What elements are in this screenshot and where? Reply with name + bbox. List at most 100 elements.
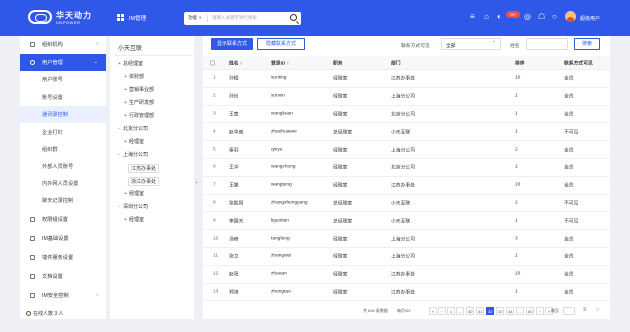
sidebar-item-external-accounts[interactable]: 外部人员账号 bbox=[20, 158, 106, 175]
sort-order-cell: 1 bbox=[515, 253, 518, 259]
security-icon bbox=[30, 293, 35, 298]
page-button[interactable]: › bbox=[536, 307, 544, 315]
contact-visible-select[interactable]: 全部 bbox=[441, 38, 501, 50]
sidebar-item-punch[interactable]: 企业打钉 bbox=[20, 124, 106, 141]
page-button[interactable]: 60 bbox=[526, 307, 535, 315]
sort-order-cell: 2 bbox=[515, 200, 518, 206]
sidebar-item-network-settings[interactable]: 内外网人员设置 bbox=[20, 175, 106, 192]
search-button[interactable]: 搜索 bbox=[574, 38, 600, 50]
sort-order-cell: 10 bbox=[515, 182, 521, 188]
table-row[interactable]: 1 孙楹 sunting 经理室 江苏办事处 10 全员 bbox=[203, 70, 610, 88]
page-button[interactable]: 1 bbox=[447, 307, 455, 315]
table-row[interactable]: 4 赵华威 zhaohuawei 总经理室 小天互联 1 不可见 bbox=[203, 123, 610, 142]
user-name-cell: 赵华威 bbox=[229, 130, 244, 136]
user-name-cell: 孙信 bbox=[229, 94, 239, 100]
page-button[interactable]: 30 bbox=[466, 307, 475, 315]
sidebar-item-im-basic[interactable]: IM基础设置 bbox=[20, 230, 106, 247]
search-icon[interactable] bbox=[290, 14, 297, 21]
tree-node[interactable]: + 资财部 bbox=[124, 73, 144, 80]
tree-node[interactable]: + 营销事业部 bbox=[124, 86, 154, 93]
select-all-checkbox[interactable] bbox=[210, 60, 215, 65]
login-id-cell: tangfeng bbox=[271, 236, 290, 242]
tree-node[interactable]: + 行政管理部 bbox=[124, 112, 154, 119]
tree-node[interactable]: + 经理室 bbox=[124, 138, 144, 145]
tree-node[interactable]: - 北京分公司 bbox=[118, 125, 148, 132]
tree-node[interactable]: + 生产研发部 bbox=[124, 99, 154, 106]
avatar[interactable] bbox=[565, 11, 576, 22]
sidebar-item-documents[interactable]: 文档设置 bbox=[20, 268, 106, 285]
table-row[interactable]: 13 郑涛 zhengtao 经理室 江苏办事处 1 全员 bbox=[203, 284, 610, 302]
username[interactable]: 超级用户 bbox=[580, 15, 600, 22]
sidebar-item-label: IM基础设置 bbox=[42, 236, 69, 242]
tree-node[interactable]: 江苏办事处 bbox=[128, 164, 160, 173]
page-button[interactable]: ‹ bbox=[438, 307, 446, 315]
table-row[interactable]: 2 孙信 sunxin 经理室 上海分公司 1 全员 bbox=[203, 88, 610, 106]
hide-contact-button[interactable]: 隐藏联系方式 bbox=[257, 38, 305, 50]
shield-icon[interactable]: ☖ bbox=[538, 12, 545, 21]
tree-node[interactable]: 浙江办事处 bbox=[128, 177, 160, 186]
tree-node[interactable]: - 深圳分公司 bbox=[118, 203, 148, 210]
tree-node[interactable]: + 经理室 bbox=[124, 190, 144, 197]
table-row[interactable]: 11 张卫 zhangwei 经理室 上海分公司 1 全员 bbox=[203, 248, 610, 266]
position-cell: 总经理室 bbox=[333, 130, 353, 136]
sidebar-item-permissions[interactable]: 权限组设置 bbox=[20, 211, 106, 228]
tree-node[interactable]: + 总经理室 bbox=[118, 60, 143, 67]
sidebar-item-org[interactable]: 组织机构 › bbox=[20, 36, 106, 53]
page-button[interactable]: 33 bbox=[496, 307, 505, 315]
table-row[interactable]: 3 王宽 wangkuan 经理室 北京分公司 1 全员 bbox=[203, 106, 610, 124]
sidebar-item-im-security[interactable]: IM安全控制 › bbox=[20, 287, 106, 304]
sidebar-item-chat-log[interactable]: 聊天记录控制 bbox=[20, 192, 106, 209]
page-button[interactable]: 34 bbox=[506, 307, 515, 315]
settings-icon[interactable]: ◎ bbox=[524, 12, 531, 21]
table-row[interactable]: 8 张胜阳 zhangshengyang 总经理室 小天互联 2 不可见 bbox=[203, 195, 610, 213]
table-row[interactable]: 10 汤峰 tangfeng 经理室 上海分公司 3 全员 bbox=[203, 230, 610, 248]
search-divider bbox=[207, 15, 208, 22]
tree-node[interactable]: - 上海分公司 bbox=[118, 151, 148, 158]
org-tree: 小天互联 + 总经理室 + 资财部 + 营销事业部 + 生产研发部 + 行政管理部 - 北京… bbox=[110, 36, 194, 319]
table-header: 姓名 ↕ 登录ID ↕ 职务 部门 排序 联系方式可见 bbox=[203, 56, 610, 70]
table-row[interactable]: 7 王滕 wangteng 经理室 江苏办事处 10 全员 bbox=[203, 177, 610, 195]
power-icon[interactable]: ○ bbox=[552, 12, 557, 21]
contact-visible-value: 全部 bbox=[446, 44, 456, 49]
table-row[interactable]: 12 赵阳 zhaoan 经理室 江苏办事处 10 全员 bbox=[203, 266, 610, 284]
bell-icon[interactable]: ⌂ bbox=[484, 12, 489, 21]
sidebar-item-contacts-control[interactable]: 通讯录控制 bbox=[20, 106, 106, 123]
sidebar-item-users[interactable]: 用户管理 ⌄ bbox=[20, 54, 106, 71]
sidebar-item-org-groups[interactable]: 组织群 bbox=[20, 141, 106, 158]
tree-node[interactable]: + 经理室 bbox=[124, 216, 144, 223]
page-size-select[interactable]: 每页/50 bbox=[397, 308, 411, 314]
contact-visible-cell: 全员 bbox=[564, 112, 574, 118]
table-row[interactable]: 9 李国天 liguotian 总经理室 小天互联 1 不可见 bbox=[203, 212, 610, 231]
column-header-name[interactable]: 姓名 ↕ bbox=[229, 59, 242, 66]
lightbulb-icon[interactable]: ☼ bbox=[595, 307, 601, 313]
page-button[interactable]: ... bbox=[516, 307, 524, 315]
column-header-login[interactable]: 登录ID ↕ bbox=[271, 59, 289, 66]
list-settings-icon[interactable]: ≡ bbox=[583, 307, 587, 313]
sidebar-item-label: 企业打钉 bbox=[42, 130, 63, 136]
sidebar-item-account-settings[interactable]: 账号设置 bbox=[20, 89, 106, 106]
message-icon[interactable]: ◐ bbox=[497, 12, 502, 21]
sidebar-item-plugins[interactable]: 插件服务设置 bbox=[20, 249, 106, 266]
search-type-select[interactable]: 功能 bbox=[188, 15, 201, 21]
grid-icon[interactable] bbox=[117, 14, 125, 22]
contact-visible-cell: 全员 bbox=[564, 254, 574, 260]
user-icon bbox=[30, 60, 35, 65]
module-label[interactable]: IM管理 bbox=[129, 14, 146, 22]
sidebar-item-label: 用户账号 bbox=[42, 77, 63, 83]
user-icon bbox=[26, 311, 31, 316]
page-button[interactable]: 32 bbox=[486, 307, 495, 315]
show-contact-button[interactable]: 显示联系方式 bbox=[211, 38, 253, 50]
menu-icon[interactable]: ≡ bbox=[470, 12, 475, 21]
search-input[interactable]: 请输入关键字进行搜索 bbox=[212, 15, 257, 21]
name-input[interactable] bbox=[526, 38, 568, 50]
page-button[interactable]: 31 bbox=[476, 307, 485, 315]
page-button[interactable]: « bbox=[429, 307, 437, 315]
panel-splitter[interactable]: + bbox=[195, 180, 198, 186]
global-search[interactable]: 功能 请输入关键字进行搜索 bbox=[184, 12, 301, 25]
sidebar-item-user-accounts[interactable]: 用户账号 bbox=[20, 71, 106, 88]
table-row[interactable]: 5 秦羽 qinyu 经理室 上海分公司 2 全员 bbox=[203, 141, 610, 159]
tree-title[interactable]: 小天互联 bbox=[118, 43, 142, 52]
table-row[interactable]: 6 王冲 wangchong 经理室 北京分公司 1 全员 bbox=[203, 159, 610, 177]
page-button[interactable]: ... bbox=[456, 307, 464, 315]
jump-input[interactable] bbox=[563, 307, 575, 315]
